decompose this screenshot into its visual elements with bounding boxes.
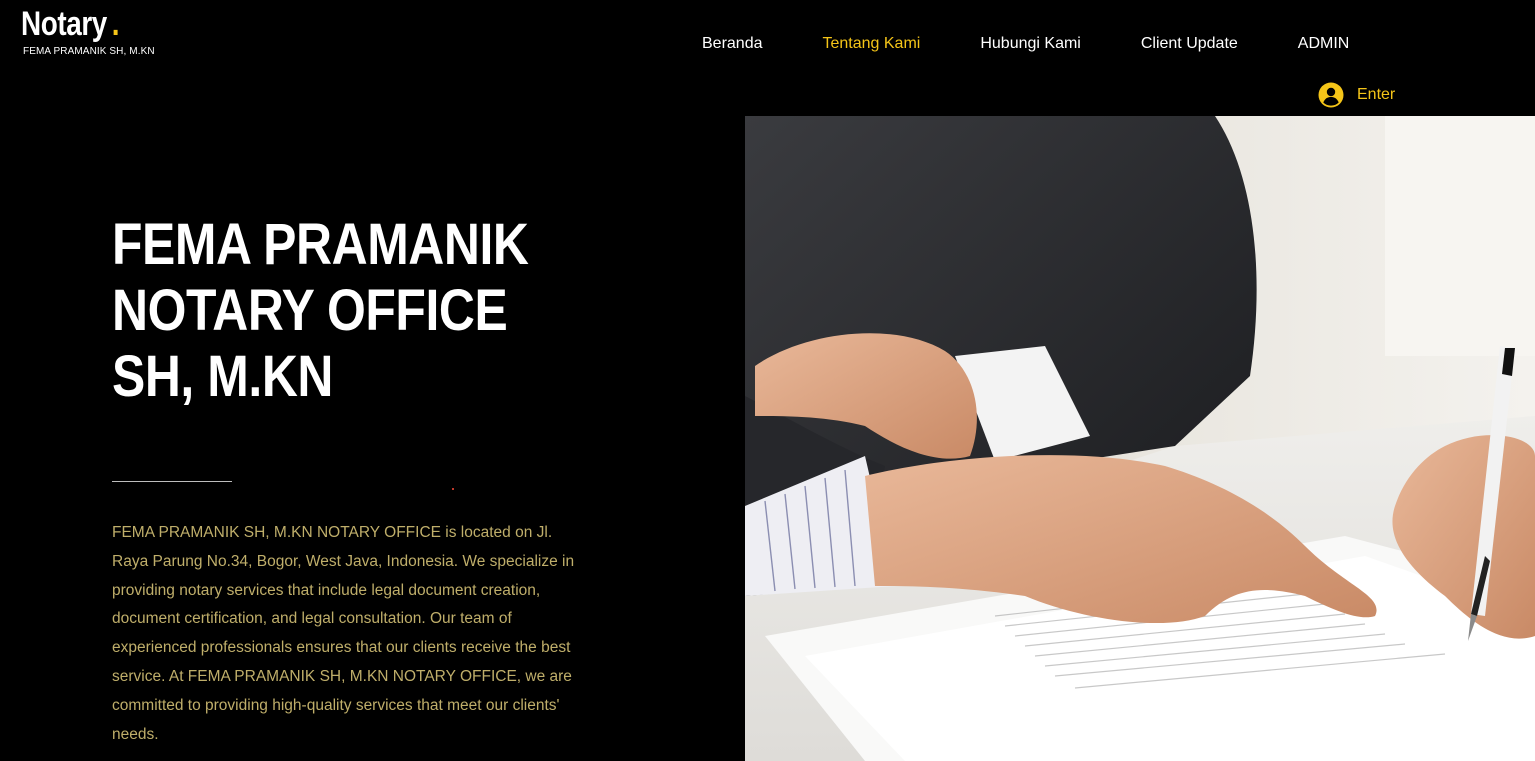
- login-button[interactable]: Enter: [1318, 82, 1395, 108]
- main-nav: Beranda Tentang Kami Hubungi Kami Client…: [672, 30, 1379, 58]
- nav-item-tentang-kami[interactable]: Tentang Kami: [793, 30, 951, 58]
- nav-item-beranda[interactable]: Beranda: [672, 30, 793, 58]
- hero-description: FEMA PRAMANIK SH, M.KN NOTARY OFFICE is …: [112, 524, 575, 743]
- decorative-dot: [452, 488, 454, 490]
- site-logo[interactable]: Notary. FEMA PRAMANIK SH, M.KN: [21, 4, 155, 57]
- hero-title: FEMA PRAMANIK NOTARY OFFICE SH, M.KN: [112, 212, 529, 409]
- user-circle-icon: [1318, 82, 1344, 108]
- nav-item-client-update[interactable]: Client Update: [1111, 30, 1268, 58]
- hero-photo: [745, 116, 1535, 761]
- logo-title: Notary.: [21, 5, 120, 43]
- nav-item-admin[interactable]: ADMIN: [1268, 30, 1380, 58]
- logo-dot: .: [111, 5, 120, 43]
- title-divider: [112, 481, 232, 482]
- logo-subtitle: FEMA PRAMANIK SH, M.KN: [23, 46, 155, 57]
- nav-item-hubungi-kami[interactable]: Hubungi Kami: [950, 30, 1111, 58]
- login-label: Enter: [1357, 86, 1396, 103]
- signing-document-illustration: [745, 116, 1535, 761]
